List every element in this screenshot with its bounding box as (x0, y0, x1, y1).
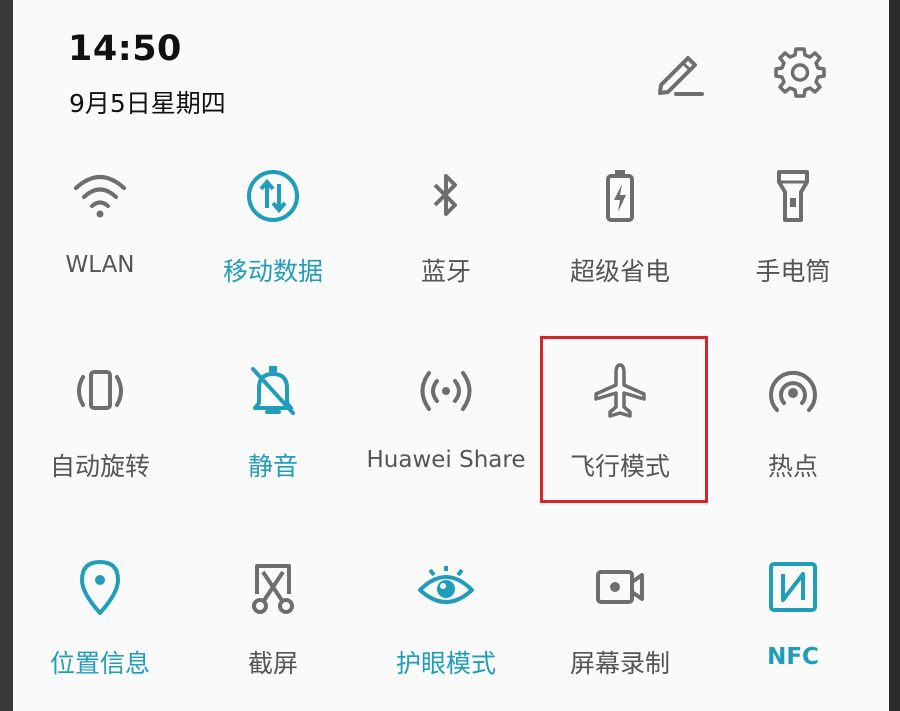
tile-battery-saver[interactable]: 超级省电 (534, 164, 706, 314)
tile-wlan[interactable]: WLAN (14, 164, 186, 314)
huawei-share-icon (420, 371, 472, 411)
mobile-data-icon (247, 170, 299, 222)
tile-screenshot[interactable]: 截屏 (187, 556, 359, 706)
tile-eye-comfort[interactable]: 护眼模式 (360, 556, 532, 706)
tile-label: WLAN (65, 252, 135, 278)
tile-bluetooth[interactable]: 蓝牙 (360, 164, 532, 314)
tile-screen-record[interactable]: 屏幕录制 (534, 556, 706, 706)
tile-label: 超级省电 (569, 257, 670, 286)
tile-huawei-share[interactable]: Huawei Share (360, 359, 532, 509)
gear-icon (774, 47, 826, 98)
pencil-icon (658, 56, 704, 96)
eye-comfort-icon (418, 566, 474, 604)
tile-label: 静音 (247, 452, 298, 481)
tile-label: Huawei Share (366, 447, 526, 473)
edit-button[interactable] (652, 47, 708, 103)
tile-label: 截屏 (247, 649, 298, 678)
highlight-box (540, 336, 708, 503)
left-edge (0, 0, 13, 711)
tile-mobile-data[interactable]: 移动数据 (187, 164, 359, 314)
tile-mute[interactable]: 静音 (187, 359, 359, 509)
tile-flashlight[interactable]: 手电筒 (707, 164, 879, 314)
mute-icon (251, 366, 295, 415)
screenshot-icon (252, 564, 294, 614)
battery-saver-icon (606, 170, 634, 222)
wifi-icon (74, 175, 126, 218)
tile-label: 蓝牙 (420, 257, 471, 286)
screen-record-icon (596, 570, 644, 604)
tile-label: 手电筒 (755, 257, 831, 286)
tile-label: 护眼模式 (395, 649, 496, 678)
hotspot-icon (769, 370, 817, 412)
tile-label: 位置信息 (49, 649, 150, 678)
nfc-icon (769, 562, 817, 612)
flashlight-icon (777, 170, 809, 222)
clock-date: 9月5日星期四 (69, 89, 226, 118)
tile-label: NFC (767, 644, 819, 670)
clock-time: 14:50 (68, 29, 182, 69)
tile-auto-rotate[interactable]: 自动旋转 (14, 359, 186, 509)
auto-rotate-icon (77, 370, 123, 410)
tile-hotspot[interactable]: 热点 (707, 359, 879, 509)
right-edge (889, 0, 900, 711)
tile-label: 移动数据 (222, 257, 323, 286)
bluetooth-icon (433, 174, 457, 216)
tile-label: 自动旋转 (49, 452, 150, 481)
tile-label: 热点 (767, 452, 818, 481)
tile-label: 屏幕录制 (569, 649, 670, 678)
tile-nfc[interactable]: NFC (707, 556, 879, 706)
location-icon (80, 560, 120, 615)
tile-location[interactable]: 位置信息 (14, 556, 186, 706)
settings-button[interactable] (772, 44, 828, 100)
